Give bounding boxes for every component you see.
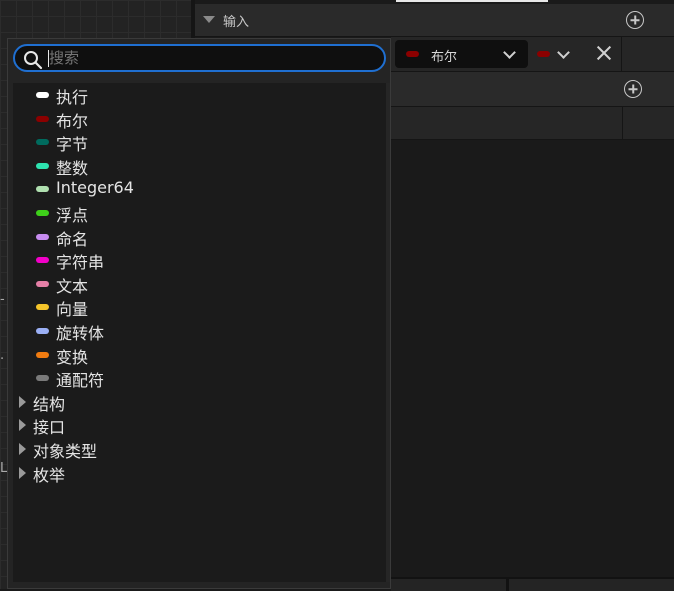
type-color-pill — [36, 115, 49, 122]
pin-type-dropdown[interactable]: 布尔 — [395, 40, 528, 68]
type-color-pill — [36, 304, 49, 311]
column-divider — [621, 37, 622, 71]
type-list-item[interactable]: 变换 — [13, 343, 387, 367]
type-list-item[interactable]: 字节 — [13, 130, 387, 155]
expand-arrow-icon[interactable] — [19, 419, 26, 432]
type-list-item[interactable]: 通配符 — [13, 366, 387, 391]
type-color-pill — [36, 351, 49, 358]
category-tree-item[interactable]: 对象类型 — [13, 437, 387, 461]
type-list-item-label: 通配符 — [56, 371, 105, 391]
type-list-item[interactable]: 命名 — [13, 225, 387, 249]
type-color-pill — [36, 280, 49, 287]
type-list-item-label: 向量 — [56, 300, 89, 320]
expand-arrow-icon[interactable] — [19, 443, 26, 455]
type-list: 执行布尔字节整数 Integer64 浮点命名字符串文本向量旋转体变换通配符结构接口… — [13, 83, 387, 582]
type-color-pill — [36, 210, 49, 216]
inputs-section-header[interactable]: 输入 — [195, 4, 674, 37]
type-list-item[interactable]: 旋转体 — [13, 319, 387, 343]
add-input-icon[interactable] — [626, 11, 644, 29]
type-color-pill — [36, 233, 49, 240]
type-color-pill — [36, 186, 49, 193]
left-edge-glyph: - — [0, 292, 5, 307]
column-divider — [622, 107, 623, 139]
type-color-pill — [36, 92, 49, 98]
collapse-caret-icon[interactable] — [203, 16, 215, 23]
type-color-pill — [36, 257, 49, 264]
scrollbar-track[interactable] — [386, 83, 390, 582]
category-tree-item[interactable]: 枚举 — [13, 461, 387, 485]
type-list-item[interactable]: 整数 — [13, 154, 387, 178]
search-box[interactable] — [13, 44, 386, 72]
type-list-item[interactable]: 字符串 — [13, 248, 387, 273]
top-edge-highlight — [396, 0, 548, 2]
type-list-item-label: 字节 — [56, 135, 89, 155]
category-tree-item[interactable]: 结构 — [13, 390, 387, 414]
search-icon — [24, 51, 43, 70]
text-cursor — [48, 50, 49, 67]
type-list-item[interactable]: 向量 — [13, 295, 387, 320]
chevron-down-icon — [503, 46, 516, 59]
type-list-item-label: 旋转体 — [56, 324, 105, 343]
expand-arrow-icon[interactable] — [19, 466, 26, 479]
left-edge-glyph: · — [0, 352, 5, 367]
type-list-item-label: 执行 — [56, 88, 89, 107]
category-label: 接口 — [33, 418, 66, 438]
add-output-icon[interactable] — [624, 80, 642, 98]
expand-arrow-icon[interactable] — [19, 395, 26, 408]
type-list-item[interactable]: 布尔 — [13, 107, 387, 131]
input-parameter-row: 布尔 — [391, 37, 674, 72]
type-color-pill — [36, 328, 49, 334]
category-tree-item[interactable]: 接口 — [13, 413, 387, 438]
type-list-item[interactable]: 执行 — [13, 83, 387, 107]
category-label: 对象类型 — [33, 442, 98, 461]
type-color-pill — [406, 51, 419, 57]
type-list-item-label: 变换 — [56, 347, 89, 367]
type-list-item[interactable]: 文本 — [13, 272, 387, 296]
panel-divider — [506, 579, 509, 591]
container-color-pill — [537, 51, 550, 57]
outputs-section-row — [391, 72, 674, 107]
search-input[interactable] — [49, 49, 369, 67]
type-list-item-label: 浮点 — [56, 206, 89, 225]
container-type-dropdown[interactable] — [531, 40, 581, 68]
type-list-item-label: 布尔 — [56, 111, 89, 131]
category-label: 枚举 — [33, 465, 66, 485]
type-color-pill — [36, 162, 49, 169]
pin-type-label: 布尔 — [431, 50, 458, 65]
type-color-pill — [36, 375, 49, 382]
details-row — [391, 107, 674, 140]
type-list-item-label: 字符串 — [56, 253, 105, 273]
chevron-down-icon — [557, 46, 570, 59]
type-list-item[interactable]: Integer64 — [13, 177, 387, 200]
type-list-item[interactable]: 浮点 — [13, 201, 387, 225]
type-list-item-label: 命名 — [56, 229, 89, 249]
category-label: 结构 — [33, 394, 66, 414]
type-list-item-label: 整数 — [56, 158, 89, 178]
type-list-item-label: 文本 — [56, 276, 89, 296]
inputs-section-label: 输入 — [223, 15, 250, 30]
type-color-pill — [36, 139, 49, 146]
remove-parameter-icon[interactable] — [593, 42, 615, 64]
pin-type-picker-popup: 执行布尔字节整数Integer64 浮点命名字符串文本向量旋转体变换通配符结构接口… — [7, 38, 391, 589]
type-list-item-label: Integer64 — [56, 178, 134, 198]
